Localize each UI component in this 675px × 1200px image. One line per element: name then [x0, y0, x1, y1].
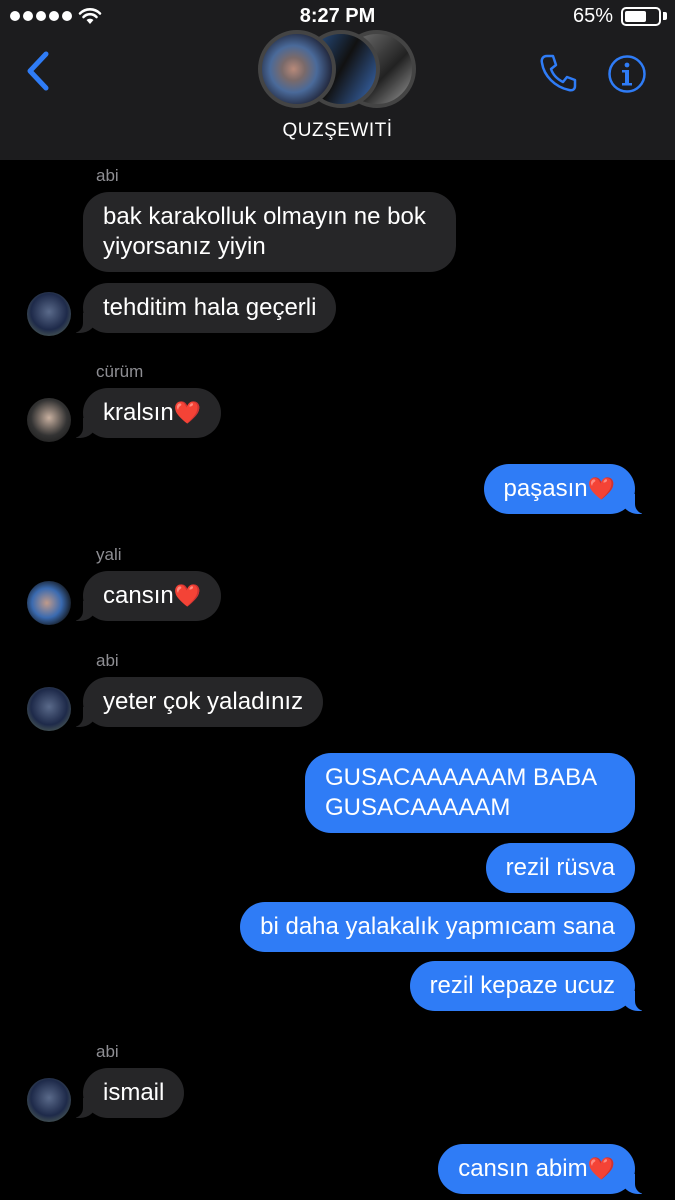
group-avatars[interactable] — [258, 30, 418, 110]
message-bubble[interactable]: bak karakolluk olmayın ne bok yiyorsanız… — [83, 192, 456, 272]
avatar — [27, 292, 71, 336]
group-avatar-1 — [258, 30, 336, 108]
heart-emoji: ❤️ — [587, 1156, 615, 1181]
sender-name: abi — [96, 1042, 119, 1061]
battery-percent: 65% — [572, 5, 613, 27]
message-text: yeter çok yaladınız — [103, 688, 304, 715]
message-bubble[interactable]: tehditim hala geçerli — [72, 283, 337, 333]
message-bubble[interactable]: cansın❤️ — [72, 571, 222, 621]
heart-emoji: ❤️ — [587, 476, 615, 501]
message-bubble[interactable]: ismail — [72, 1068, 185, 1118]
status-bar: 8:27 PM 65% — [0, 0, 675, 32]
sender-name: yali — [96, 545, 122, 564]
avatar — [27, 1078, 71, 1122]
sender-name: cürüm — [96, 362, 144, 381]
group-name[interactable]: QUZŞEWITİ — [0, 120, 675, 142]
message-text: cansın abim — [458, 1155, 588, 1182]
message-bubble[interactable]: GUSACAAAAAAM BABA GUSACAAAAAM — [305, 753, 635, 833]
battery-tip — [663, 12, 667, 20]
message-bubble[interactable]: yeter çok yaladınız — [72, 677, 324, 727]
battery-icon — [621, 7, 661, 26]
chevron-left-icon[interactable] — [24, 50, 50, 92]
message-bubble[interactable]: paşasın❤️ — [483, 464, 646, 514]
sender-name: abi — [96, 651, 119, 670]
message-text: cansın — [103, 582, 174, 609]
phone-icon[interactable] — [538, 52, 578, 94]
info-icon[interactable] — [607, 54, 647, 94]
message-bubble[interactable]: bi daha yalakalık yapmıcam sana — [240, 902, 635, 952]
message-bubble[interactable]: rezil rüsva — [485, 843, 635, 893]
message-bubble[interactable]: rezil kepaze ucuz — [409, 961, 646, 1011]
sender-name: abi — [96, 166, 119, 185]
heart-emoji: ❤️ — [173, 583, 202, 608]
message-text: tehditim hala geçerli — [103, 294, 317, 321]
chat-header: 8:27 PM 65% QUZŞEWITİ — [0, 0, 675, 160]
message-bubble[interactable]: kralsın❤️ — [72, 388, 222, 438]
avatar — [27, 398, 71, 442]
heart-emoji: ❤️ — [173, 400, 202, 425]
message-text: paşasın — [503, 475, 588, 502]
message-text: rezil kepaze ucuz — [429, 972, 615, 999]
message-text: ismail — [103, 1079, 165, 1106]
message-bubble[interactable]: cansın abim❤️ — [438, 1144, 645, 1194]
avatar — [27, 581, 71, 625]
message-text: kralsın — [103, 399, 174, 426]
avatar — [27, 687, 71, 731]
